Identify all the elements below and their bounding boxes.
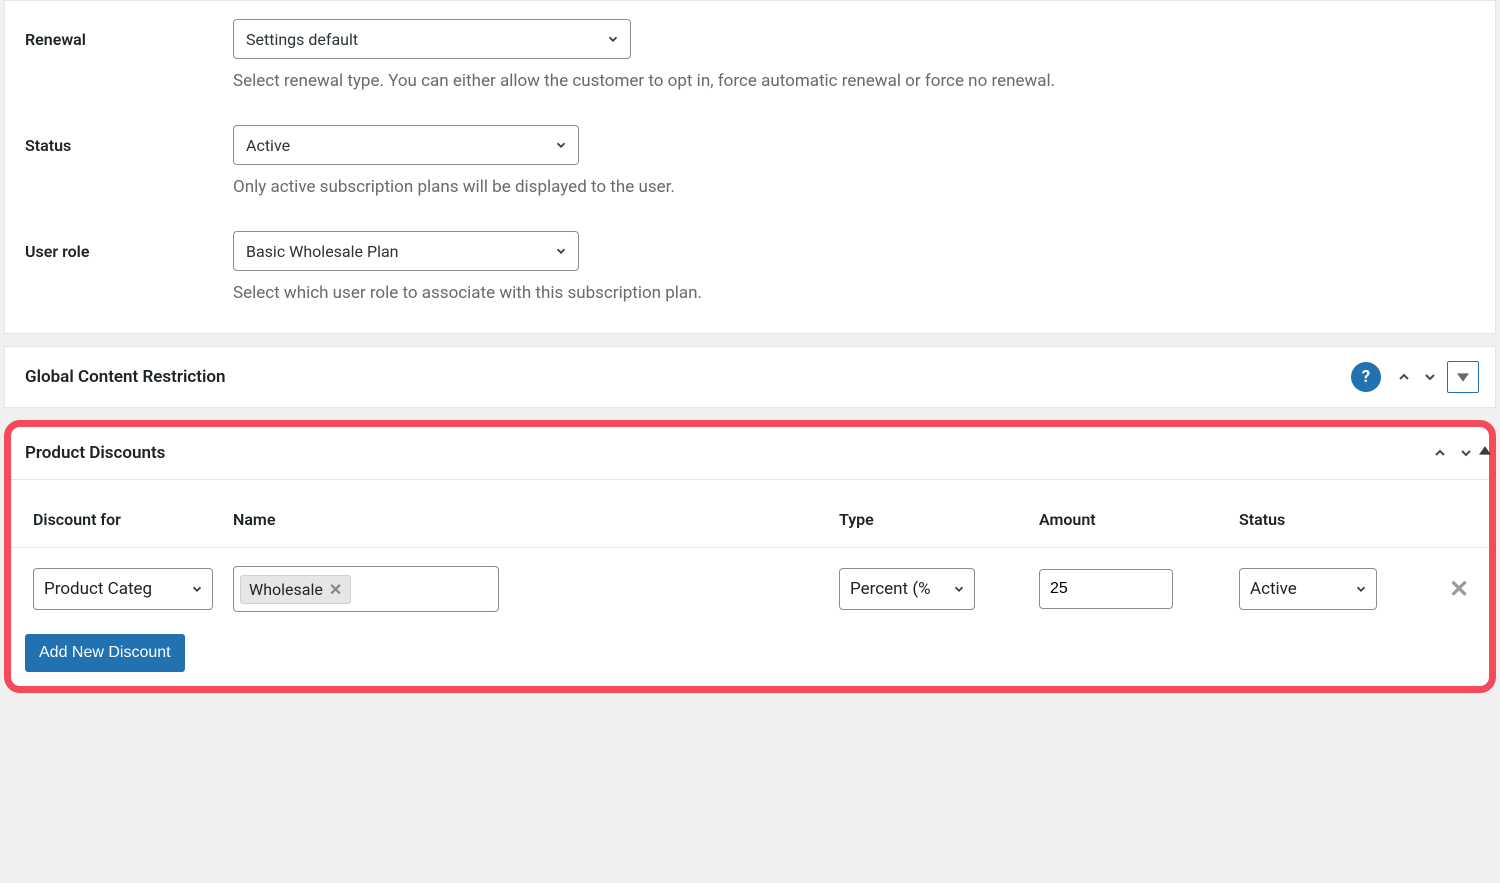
user-role-label: User role — [25, 231, 233, 261]
move-down-button[interactable] — [1421, 365, 1439, 389]
user-role-select[interactable]: Basic Wholesale Plan — [233, 231, 579, 271]
move-up-button[interactable] — [1431, 441, 1449, 465]
help-icon[interactable]: ? — [1351, 362, 1381, 392]
discount-status-value: Active — [1250, 579, 1297, 599]
pd-toolbar — [1431, 441, 1475, 465]
col-type: Type — [829, 480, 1029, 548]
user-role-select-value: Basic Wholesale Plan — [246, 242, 399, 261]
move-down-button[interactable] — [1457, 441, 1475, 465]
add-new-discount-button[interactable]: Add New Discount — [25, 634, 185, 672]
renewal-select-value: Settings default — [246, 30, 358, 49]
status-help: Only active subscription plans will be d… — [233, 177, 1475, 197]
gcr-title: Global Content Restriction — [25, 367, 226, 387]
renewal-help: Select renewal type. You can either allo… — [233, 71, 1475, 91]
col-status: Status — [1229, 480, 1429, 548]
amount-input[interactable] — [1039, 569, 1173, 609]
renewal-select[interactable]: Settings default — [233, 19, 631, 59]
product-discounts-panel: Product Discounts Discount for Name Type… — [4, 420, 1496, 693]
remove-row-button[interactable]: ✕ — [1429, 548, 1489, 631]
pd-title: Product Discounts — [25, 443, 165, 463]
global-content-restriction-panel: Global Content Restriction ? — [4, 346, 1496, 408]
status-select-value: Active — [246, 136, 290, 155]
renewal-label: Renewal — [25, 19, 233, 49]
discount-status-select[interactable]: Active — [1239, 568, 1377, 610]
col-amount: Amount — [1029, 480, 1229, 548]
chevron-down-icon — [190, 582, 204, 596]
remove-tag-button[interactable]: ✕ — [329, 580, 342, 599]
move-up-button[interactable] — [1395, 365, 1413, 389]
chevron-down-icon — [952, 582, 966, 596]
field-renewal: Renewal Settings default Select renewal … — [25, 19, 1475, 91]
field-status: Status Active Only active subscription p… — [25, 125, 1475, 197]
chevron-down-icon — [554, 138, 568, 152]
chevron-down-icon — [1354, 582, 1368, 596]
chevron-down-icon — [554, 244, 568, 258]
field-user-role: User role Basic Wholesale Plan Select wh… — [25, 231, 1475, 303]
subscription-settings-panel: Renewal Settings default Select renewal … — [4, 0, 1496, 334]
discount-type-value: Percent (% — [850, 579, 931, 599]
status-label: Status — [25, 125, 233, 155]
name-tag: Wholesale ✕ — [240, 575, 351, 604]
discount-type-select[interactable]: Percent (% — [839, 568, 975, 610]
panel-collapse-icon[interactable] — [1479, 443, 1491, 461]
col-discount-for: Discount for — [11, 480, 223, 548]
chevron-down-icon — [606, 32, 620, 46]
user-role-help: Select which user role to associate with… — [233, 283, 1475, 303]
gcr-toolbar: ? — [1351, 361, 1479, 393]
toggle-panel-button[interactable] — [1447, 361, 1479, 393]
name-tag-input[interactable]: Wholesale ✕ — [233, 566, 499, 612]
status-select[interactable]: Active — [233, 125, 579, 165]
discount-row: Product Categ Wholesale ✕ — [11, 548, 1489, 631]
discount-for-select[interactable]: Product Categ — [33, 568, 213, 610]
discounts-table: Discount for Name Type Amount Status Pro… — [11, 480, 1489, 630]
discount-for-value: Product Categ — [44, 579, 152, 599]
name-tag-label: Wholesale — [249, 580, 323, 599]
col-name: Name — [223, 480, 829, 548]
